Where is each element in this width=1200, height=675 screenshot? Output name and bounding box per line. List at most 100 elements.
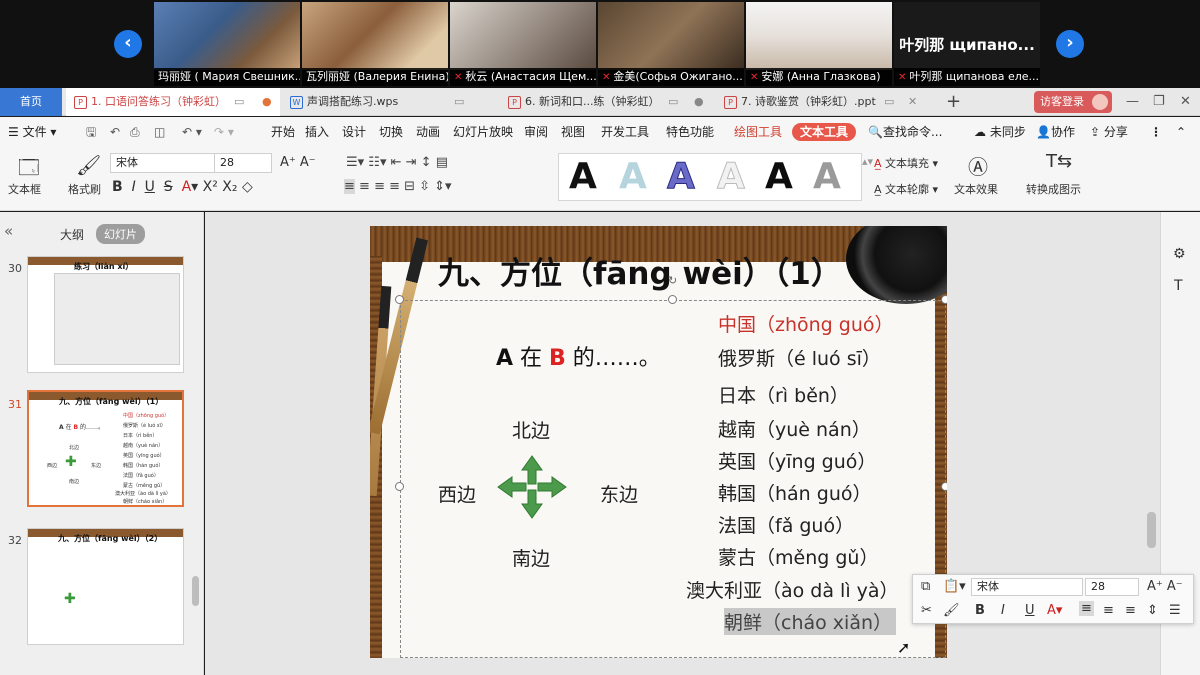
line-spacing-icon[interactable]: ⇕	[1147, 603, 1158, 618]
text-effect-button[interactable]: 文本效果	[954, 181, 998, 197]
increase-font-icon[interactable]: A⁺ A⁻	[280, 155, 316, 170]
copy-icon[interactable]: ⧉	[921, 579, 930, 594]
menu-text-tools[interactable]: 文本工具	[792, 123, 857, 141]
style-light-a-icon[interactable]: A	[619, 156, 647, 197]
style-white-a-icon[interactable]: A	[717, 156, 746, 198]
align-left-icon[interactable]: ≡	[1079, 601, 1094, 616]
text-effect-icon[interactable]: Ⓐ	[968, 151, 988, 180]
minimize-icon[interactable]: —	[1126, 88, 1139, 116]
font-color-icon[interactable]: A	[182, 179, 192, 195]
slide-thumbnail-active[interactable]: 九、方位（fāng wèi）（1） A 在 B 的……。 北边 西边 东边 南边…	[27, 390, 184, 507]
tab-document[interactable]: P 7. 诗歌鉴赏（钟彩虹）.ppt ▭ ✕	[716, 88, 928, 116]
share-button[interactable]: ⇪ 分享	[1090, 117, 1128, 147]
textbox-selection-frame[interactable]	[400, 300, 946, 658]
resize-handle[interactable]	[395, 482, 404, 491]
next-participants-button[interactable]: ›	[1056, 30, 1084, 58]
properties-icon[interactable]: ⚙	[1173, 246, 1186, 262]
tab-document[interactable]: P 1. 口语问答练习（钟彩虹） ▭ ●	[66, 88, 280, 116]
print-icon[interactable]: ⎙	[130, 117, 140, 147]
convert-icon[interactable]: T⇆	[1046, 151, 1072, 172]
paragraph-spacing-icon[interactable]: ☰	[1169, 603, 1181, 618]
text-icon[interactable]: T	[1174, 278, 1183, 294]
list-buttons[interactable]: ☰▾ ☷▾ ⇤ ⇥ ↕ ▤	[346, 155, 448, 170]
close-icon[interactable]: ✕	[908, 88, 917, 116]
sync-status[interactable]: ☁ 未同步	[974, 117, 1026, 147]
tab-outline[interactable]: 大纲	[60, 226, 84, 243]
menu-slideshow[interactable]: 幻灯片放映	[453, 117, 513, 147]
window-close-icon[interactable]: ✕	[1180, 88, 1191, 116]
text-style-gallery[interactable]: A A A A A A	[558, 153, 862, 201]
more-icon[interactable]: ⋮	[1150, 117, 1162, 147]
format-painter-icon[interactable]: 🖌	[943, 603, 960, 618]
style-bold-a-icon[interactable]: A	[765, 156, 793, 197]
font-family-select[interactable]: 宋体	[110, 153, 216, 173]
font-color-icon[interactable]: A▾	[1047, 603, 1062, 618]
menu-review[interactable]: 审阅	[524, 117, 548, 147]
cut-icon[interactable]: ✂	[921, 603, 932, 618]
italic-icon[interactable]: I	[1001, 603, 1005, 618]
bold-icon[interactable]: B	[975, 603, 985, 618]
undo-arrow-icon[interactable]: ↶ ▾	[182, 117, 202, 147]
italic-icon[interactable]: I	[132, 179, 136, 195]
participant-tile[interactable]: 叶列那 щипано... ✕ 叶列那 щипанова еле...	[894, 2, 1040, 86]
thumbnail-scrollbar[interactable]	[192, 576, 199, 606]
style-gray-a-icon[interactable]: A	[813, 156, 841, 197]
tab-document[interactable]: W 声调搭配练习.wps ▭	[282, 88, 496, 116]
menu-transition[interactable]: 切换	[379, 117, 403, 147]
participant-tile[interactable]: 瓦列丽娅 (Валерия Енина)	[302, 2, 448, 86]
format-painter-icon[interactable]: 🖌	[76, 153, 101, 177]
restore-icon[interactable]: ❐	[1153, 88, 1165, 116]
align-buttons[interactable]: ≡ ≡ ≡ ≡ ⊟ ⇳ ⇕▾	[344, 179, 452, 194]
text-fill-button[interactable]: A̲ 文本填充 ▾	[874, 155, 938, 171]
collab-button[interactable]: 👤协作	[1036, 117, 1075, 147]
undo-icon[interactable]: ↶	[110, 117, 120, 147]
underline-icon[interactable]: U	[145, 179, 155, 195]
underline-icon[interactable]: U	[1025, 603, 1035, 618]
style-black-a-icon[interactable]: A	[569, 156, 597, 197]
font-size-select[interactable]: 28	[214, 153, 272, 173]
participant-tile[interactable]: ✕ 金美(Софья Ожигано...	[598, 2, 744, 86]
participant-tile[interactable]: ✕ 安娜 (Анна Глазкова)	[746, 2, 892, 86]
textbox-button[interactable]: 文本框	[8, 181, 41, 197]
prev-participants-button[interactable]: ‹	[114, 30, 142, 58]
mini-size-select[interactable]: 28	[1085, 578, 1139, 596]
gallery-scroll-icon[interactable]: ▴▾	[862, 155, 873, 168]
menu-file[interactable]: ☰ 文件 ▾	[8, 117, 56, 147]
menu-design[interactable]: 设计	[342, 117, 366, 147]
bold-icon[interactable]: B	[112, 179, 123, 195]
align-center-icon[interactable]: ≡	[1103, 603, 1114, 618]
participant-tile[interactable]: 玛丽娅 ( Мария Свешник...	[154, 2, 300, 86]
slide-title[interactable]: 九、方位（fāng wèi）（1）	[438, 248, 842, 293]
format-painter-button[interactable]: 格式刷	[68, 181, 101, 197]
guest-login-button[interactable]: 访客登录	[1034, 91, 1112, 113]
resize-handle[interactable]	[941, 482, 947, 491]
paste-icon[interactable]: 📋▾	[943, 579, 966, 594]
slide-thumbnail[interactable]: 练习（liàn xí）	[27, 256, 184, 373]
participant-tile[interactable]: ✕ 秋云 (Анастасия Щем...	[450, 2, 596, 86]
text-outline-button[interactable]: A̲ 文本轮廓 ▾	[874, 181, 938, 197]
search-command[interactable]: 🔍查找命令...	[868, 117, 942, 147]
style-outline-a-icon[interactable]: A	[667, 156, 696, 198]
menu-insert[interactable]: 插入	[305, 117, 329, 147]
tab-home[interactable]: 首页	[0, 88, 62, 116]
redo-icon[interactable]: ↷ ▾	[214, 117, 234, 147]
convert-button[interactable]: 转换成图示	[1026, 181, 1081, 197]
menu-features[interactable]: 特色功能	[666, 117, 714, 147]
preview-icon[interactable]: ◫	[154, 117, 165, 147]
rotate-handle-icon[interactable]: ↻	[668, 274, 677, 287]
menu-animation[interactable]: 动画	[416, 117, 440, 147]
strike-icon[interactable]: S	[164, 179, 173, 195]
editor-scrollbar[interactable]	[1147, 512, 1156, 548]
font-style-buttons[interactable]: B I U S A▾ X² X₂ ◇	[112, 179, 257, 195]
menu-developer[interactable]: 开发工具	[601, 117, 649, 147]
align-right-icon[interactable]: ≡	[1125, 603, 1136, 618]
resize-handle[interactable]	[668, 295, 677, 304]
resize-handle[interactable]	[941, 295, 947, 304]
collapse-ribbon-icon[interactable]: ⌃	[1176, 117, 1186, 147]
save-icon[interactable]: 🖫	[86, 117, 96, 147]
tab-slides[interactable]: 幻灯片	[96, 224, 145, 244]
grow-font-icon[interactable]: A⁺ A⁻	[1147, 579, 1183, 594]
resize-handle[interactable]	[395, 295, 404, 304]
new-tab-button[interactable]: +	[938, 88, 961, 116]
slide-thumbnail[interactable]: 九、方位（fāng wèi）（2） ✚	[27, 528, 184, 645]
